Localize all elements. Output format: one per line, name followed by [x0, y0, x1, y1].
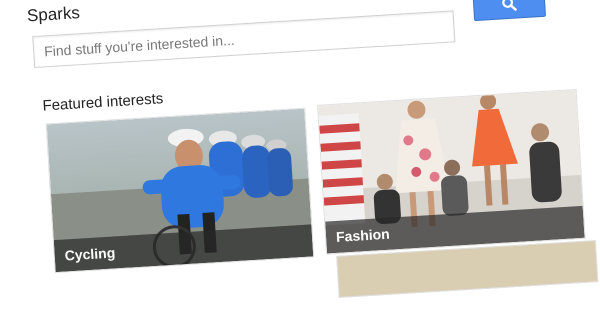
search-placeholder: Find stuff you're interested in...	[43, 31, 236, 60]
featured-heading: Featured interests	[42, 90, 164, 115]
search-icon	[502, 0, 517, 11]
card-label-cycling: Cycling	[64, 244, 116, 264]
interest-card-fashion[interactable]: Fashion	[316, 88, 586, 255]
search-input[interactable]: Find stuff you're interested in...	[32, 10, 456, 69]
interest-card-cycling[interactable]: Cycling	[45, 107, 315, 274]
sparks-page: Sparks Find stuff you're interested in..…	[0, 0, 600, 298]
card-label-fashion: Fashion	[335, 225, 391, 245]
page-title: Sparks	[26, 3, 81, 26]
search-button[interactable]	[472, 0, 547, 22]
